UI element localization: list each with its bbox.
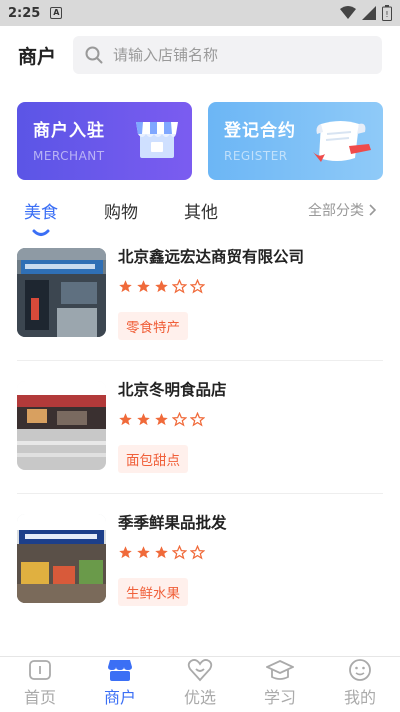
shop-list-item[interactable]: 北京鑫远宏达商贸有限公司 零食特产 [17, 240, 383, 361]
all-categories-link[interactable]: 全部分类 [308, 200, 376, 220]
tabbar-label: 学习 [263, 688, 296, 707]
all-categories-label: 全部分类 [308, 203, 364, 219]
storefront-icon [136, 122, 178, 158]
shop-info: 北京鑫远宏达商贸有限公司 零食特产 [118, 248, 304, 340]
shop-photo [17, 514, 106, 603]
status-time: 2:25 [8, 5, 41, 21]
tab-label: 购物 [104, 202, 138, 223]
category-tabs: 美食 购物 其他 全部分类 [0, 180, 400, 240]
star-rating [118, 412, 227, 427]
graduation-cap-icon [266, 660, 294, 680]
star-filled-icon [119, 546, 132, 559]
tabbar-label: 商户 [103, 688, 136, 707]
tab-label: 其他 [184, 202, 218, 223]
tabbar-item-mine[interactable]: 我的 [320, 657, 400, 712]
signal-icon [362, 6, 376, 20]
shop-name: 季季鲜果品批发 [118, 514, 227, 532]
star-empty-icon [190, 412, 205, 427]
shop-info: 北京冬明食品店 面包甜点 [118, 381, 227, 473]
shop-photo [17, 381, 106, 470]
bottom-tab-bar: 首页 商户 优选 学习 我的 [0, 656, 400, 712]
star-filled-icon [155, 413, 168, 426]
smiley-icon [349, 659, 371, 681]
shop-category-tag: 生鲜水果 [118, 578, 188, 606]
star-empty-icon [172, 279, 187, 294]
search-input[interactable] [113, 46, 343, 64]
star-filled-icon [137, 546, 150, 559]
tab-label: 美食 [24, 202, 58, 223]
shop-info: 季季鲜果品批发 生鲜水果 [118, 514, 227, 607]
scroll-icon [313, 121, 371, 162]
tabbar-label: 优选 [183, 688, 216, 707]
merchant-join-card[interactable]: 商户入驻 MERCHANT [17, 102, 192, 180]
status-bar: 2:25 A ! [0, 0, 400, 26]
tab-indicator [32, 229, 50, 236]
tab-shopping[interactable]: 购物 [104, 198, 138, 223]
tabbar-item-shop[interactable]: 商户 [80, 657, 160, 712]
shop-category-tag: 面包甜点 [118, 445, 188, 473]
home-icon [29, 660, 51, 680]
star-filled-icon [137, 280, 150, 293]
star-empty-icon [190, 545, 205, 560]
shop-photo [17, 248, 106, 337]
tabbar-item-featured[interactable]: 优选 [160, 657, 240, 712]
svg-text:!: ! [385, 10, 388, 19]
tab-food[interactable]: 美食 [24, 198, 58, 236]
search-bar[interactable] [73, 36, 382, 74]
wifi-icon [340, 6, 356, 19]
star-empty-icon [172, 412, 187, 427]
shop-name: 北京鑫远宏达商贸有限公司 [118, 248, 305, 266]
shop-icon [108, 660, 132, 681]
shop-name: 北京冬明食品店 [118, 381, 227, 399]
star-rating [118, 279, 304, 294]
star-empty-icon [172, 545, 187, 560]
register-contract-card[interactable]: 登记合约 REGISTER [208, 102, 383, 180]
shop-list-item[interactable]: 北京冬明食品店 面包甜点 [17, 373, 383, 494]
star-filled-icon [155, 546, 168, 559]
tabbar-item-home[interactable]: 首页 [0, 657, 80, 712]
shop-category-tag: 零食特产 [118, 312, 188, 340]
notification-icon: A [50, 7, 63, 19]
tabbar-item-learn[interactable]: 学习 [240, 657, 320, 712]
star-filled-icon [137, 413, 150, 426]
header: 商户 [0, 26, 400, 84]
chevron-right-icon [369, 204, 376, 216]
shop-list: 北京鑫远宏达商贸有限公司 零食特产 北京冬明食品店 面包甜点 季季鲜果品批发 生… [0, 240, 400, 627]
battery-icon: ! [382, 5, 392, 21]
page-title: 商户 [18, 45, 57, 68]
shop-list-item[interactable]: 季季鲜果品批发 生鲜水果 [17, 506, 383, 627]
star-rating [118, 545, 227, 560]
star-empty-icon [190, 279, 205, 294]
tab-other[interactable]: 其他 [184, 198, 218, 223]
tabbar-label: 首页 [23, 688, 56, 707]
heart-icon [187, 659, 213, 682]
feature-cards: 商户入驻 MERCHANT 登记合约 REGISTER [0, 84, 400, 180]
tabbar-label: 我的 [343, 688, 376, 707]
search-icon [85, 46, 103, 64]
star-filled-icon [119, 413, 132, 426]
star-filled-icon [155, 280, 168, 293]
star-filled-icon [119, 280, 132, 293]
